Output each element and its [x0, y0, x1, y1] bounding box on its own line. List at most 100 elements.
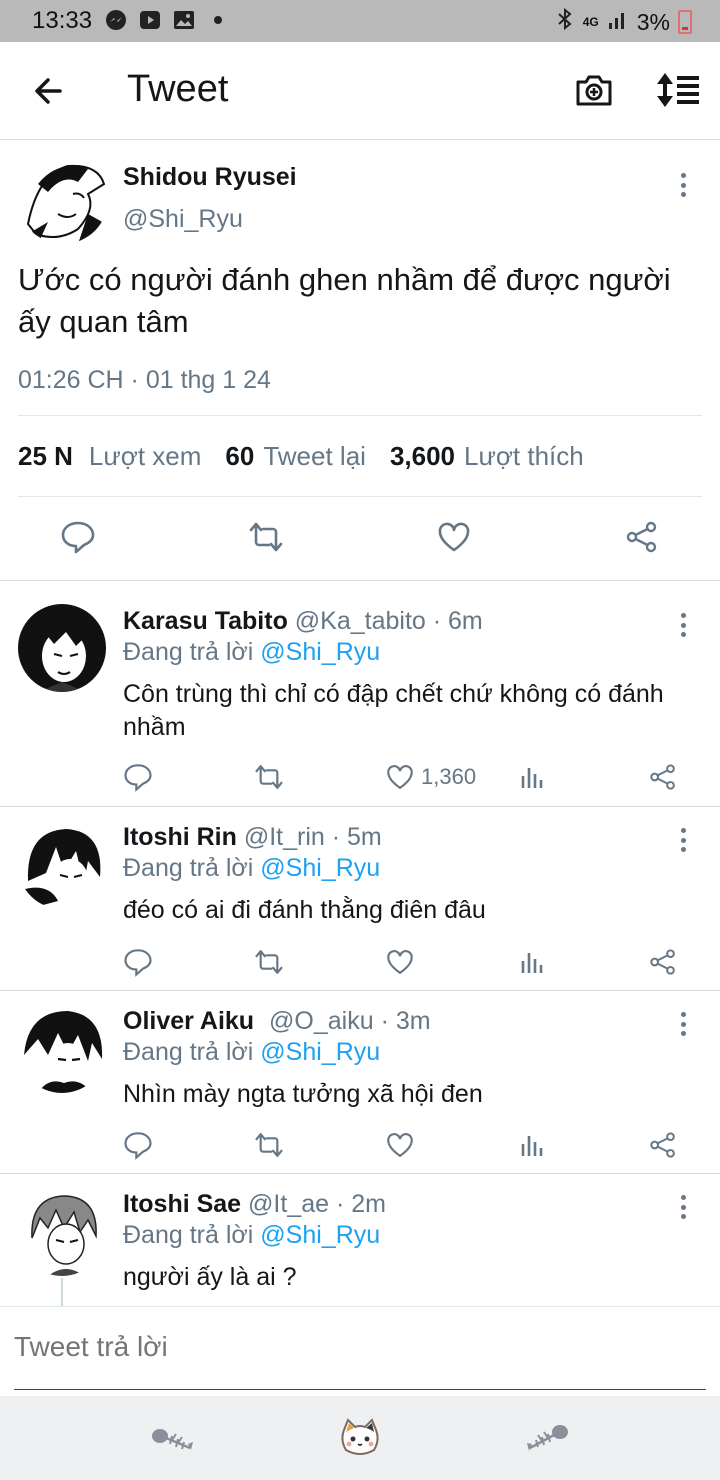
- reply-header: Oliver Aiku @O_aiku · 3m: [123, 1007, 431, 1036]
- avatar[interactable]: [18, 1005, 106, 1093]
- like-button[interactable]: [385, 947, 415, 977]
- reply-item[interactable]: Karasu Tabito @Ka_tabito · 6m Đang trả l…: [0, 582, 720, 807]
- page-title: Tweet: [127, 68, 229, 110]
- reply-handle-time: @It_ae · 2m: [248, 1190, 386, 1218]
- camera-add-icon: [576, 75, 612, 106]
- status-right: 4G 3%: [555, 7, 692, 37]
- main-tweet: Shidou Ryusei @Shi_Ryu Ước có người đánh…: [0, 141, 720, 581]
- like-count: 1,360: [421, 764, 477, 789]
- share-icon: [650, 764, 675, 790]
- replying-to: Đang trả lời @Shi_Ryu: [123, 638, 380, 667]
- camera-button[interactable]: [574, 70, 614, 110]
- analytics-icon: [521, 953, 543, 973]
- reply-header: Itoshi Rin @It_rin · 5m: [123, 823, 382, 852]
- cat-sticker-button[interactable]: [338, 1418, 382, 1458]
- analytics-button[interactable]: [517, 762, 547, 792]
- mention-link[interactable]: @Shi_Ryu: [260, 1221, 380, 1249]
- reply-text: Côn trùng thì chỉ có đập chết chứ không …: [123, 680, 664, 741]
- mention-link[interactable]: @Shi_Ryu: [260, 854, 380, 882]
- gallery-icon: [172, 8, 196, 32]
- retweets-label[interactable]: Tweet lại: [263, 441, 366, 472]
- reply-input[interactable]: [14, 1331, 694, 1363]
- reply-button[interactable]: [123, 762, 153, 792]
- retweet-button[interactable]: [254, 762, 284, 792]
- replying-to-label: Đang trả lời: [123, 1038, 254, 1066]
- like-button[interactable]: [436, 519, 472, 555]
- replying-to: Đang trả lời @Shi_Ryu: [123, 1038, 380, 1067]
- likes-count[interactable]: 3,600: [390, 441, 455, 472]
- more-options-button[interactable]: [673, 825, 693, 855]
- avatar[interactable]: [18, 604, 106, 692]
- status-time: 13:33: [32, 7, 93, 34]
- avatar[interactable]: [18, 154, 108, 244]
- retweet-button[interactable]: [254, 1130, 284, 1160]
- reply-icon: [124, 1132, 152, 1160]
- fishbone-sticker-button[interactable]: [150, 1418, 194, 1458]
- retweet-icon: [249, 522, 283, 552]
- like-button[interactable]: [385, 1130, 415, 1160]
- reply-button[interactable]: [123, 947, 153, 977]
- reply-item[interactable]: Itoshi Sae @It_ae · 2m Đang trả lời @Shi…: [0, 1174, 720, 1306]
- reply-header: Itoshi Sae @It_ae · 2m: [123, 1190, 386, 1219]
- divider: [18, 496, 702, 497]
- analytics-icon: [521, 768, 543, 788]
- video-app-icon: [138, 8, 162, 32]
- reply-actions: 1,360: [0, 762, 720, 794]
- reply-author-name[interactable]: Oliver Aiku: [123, 1007, 254, 1035]
- notification-icons: [104, 8, 230, 32]
- sort-icon: [657, 73, 699, 107]
- share-button[interactable]: [624, 519, 660, 555]
- share-icon: [650, 949, 675, 975]
- analytics-icon: [521, 1136, 543, 1156]
- avatar[interactable]: [18, 1188, 106, 1276]
- fishbone-sticker-button-2[interactable]: [526, 1418, 570, 1458]
- retweet-icon: [255, 1133, 283, 1157]
- reply-author-name[interactable]: Itoshi Rin: [123, 823, 237, 851]
- reply-item[interactable]: Itoshi Rin @It_rin · 5m Đang trả lời @Sh…: [0, 807, 720, 991]
- tweet-stats: 25 N Lượt xem 60 Tweet lại 3,600 Lượt th…: [18, 441, 584, 472]
- reply-text: người ấy là ai ?: [123, 1263, 297, 1291]
- analytics-button[interactable]: [517, 1130, 547, 1160]
- likes-label[interactable]: Lượt thích: [464, 441, 584, 472]
- reply-author-name[interactable]: Itoshi Sae: [123, 1190, 241, 1218]
- reply-handle-time: @O_aiku · 3m: [269, 1007, 431, 1035]
- input-underline: [14, 1389, 706, 1390]
- share-icon: [626, 521, 657, 553]
- share-button[interactable]: [648, 1130, 678, 1160]
- reply-button[interactable]: [60, 519, 96, 555]
- heart-icon: [387, 1133, 413, 1158]
- reply-icon: [124, 764, 152, 792]
- back-button[interactable]: [30, 71, 70, 111]
- retweet-button[interactable]: [254, 947, 284, 977]
- reply-item[interactable]: Oliver Aiku @O_aiku · 3m Đang trả lời @S…: [0, 991, 720, 1174]
- reply-button[interactable]: [123, 1130, 153, 1160]
- reply-compose-bar: [0, 1306, 720, 1390]
- retweet-button[interactable]: [248, 519, 284, 555]
- top-app-bar: Tweet: [0, 42, 720, 140]
- divider: [18, 415, 702, 416]
- reply-actions: [0, 1130, 720, 1162]
- share-button[interactable]: [648, 762, 678, 792]
- share-button[interactable]: [648, 947, 678, 977]
- reply-author-name[interactable]: Karasu Tabito: [123, 607, 288, 635]
- more-options-button[interactable]: [673, 1192, 693, 1222]
- retweet-icon: [255, 765, 283, 789]
- dot-icon: [206, 8, 230, 32]
- reply-icon: [61, 521, 95, 554]
- mention-link[interactable]: @Shi_Ryu: [260, 1038, 380, 1066]
- fishbone-icon: [527, 1425, 568, 1451]
- mention-link[interactable]: @Shi_Ryu: [260, 638, 380, 666]
- like-button[interactable]: [385, 762, 415, 792]
- more-options-button[interactable]: [673, 170, 693, 200]
- retweets-count[interactable]: 60: [225, 441, 254, 472]
- replying-to-label: Đang trả lời: [123, 638, 254, 666]
- author-handle[interactable]: @Shi_Ryu: [123, 205, 243, 234]
- more-options-button[interactable]: [673, 610, 693, 640]
- thread-line: [61, 1278, 63, 1306]
- sort-button[interactable]: [655, 70, 701, 110]
- heart-icon: [387, 765, 413, 790]
- more-options-button[interactable]: [673, 1009, 693, 1039]
- analytics-button[interactable]: [517, 947, 547, 977]
- author-name[interactable]: Shidou Ryusei: [123, 163, 297, 192]
- avatar[interactable]: [18, 821, 106, 909]
